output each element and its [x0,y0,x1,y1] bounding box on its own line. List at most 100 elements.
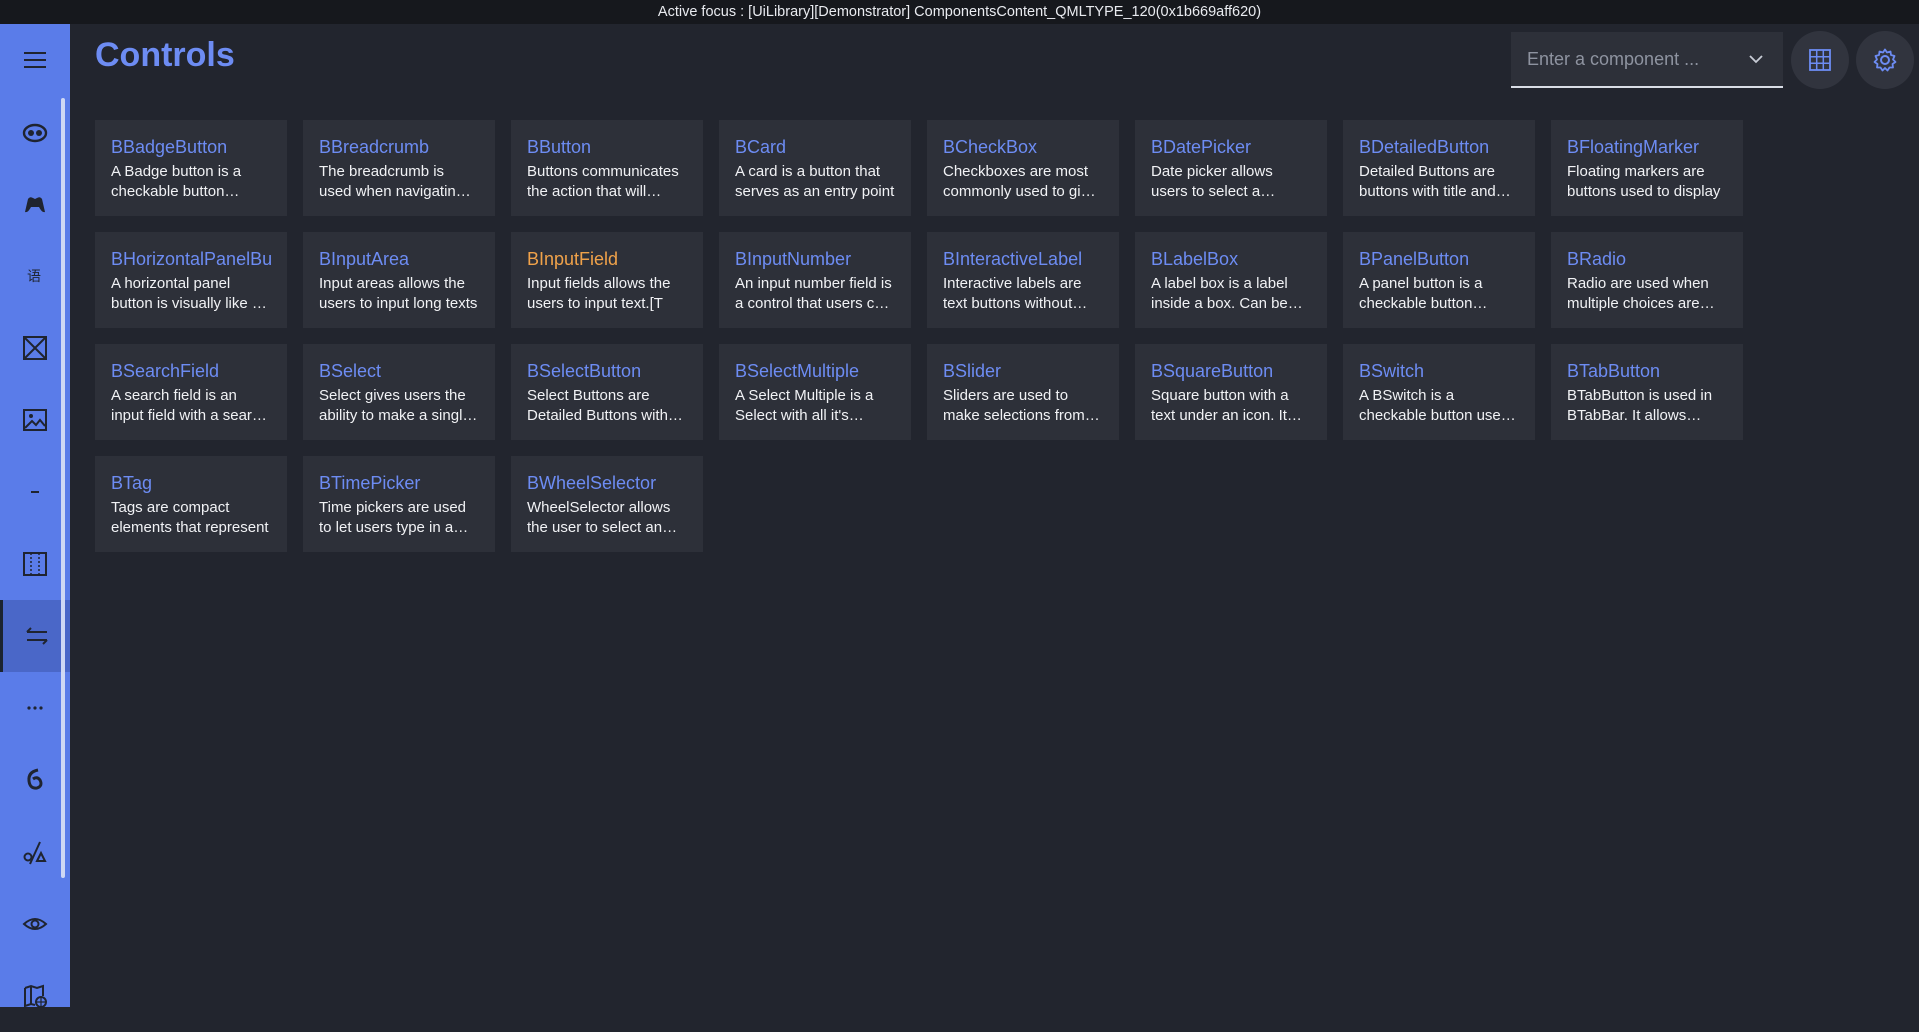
component-card[interactable]: BSelect Select gives users the ability to… [303,344,495,440]
component-card[interactable]: BInputField Input fields allows the users… [511,232,703,328]
component-card[interactable]: BTabButton BTabButton is used in BTabBar.… [1551,344,1743,440]
component-card[interactable]: BInteractiveLabel Interactive labels are … [927,232,1119,328]
shapes-icon [23,841,47,865]
component-card[interactable]: BInputNumber An input number field is a c… [719,232,911,328]
component-card-description: A Select Multiple is a Select with all i… [735,387,874,424]
component-card-title: BDatePicker [1151,137,1252,157]
component-card-description: Tags are compact elements that represent [111,499,269,536]
component-card-title: BLabelBox [1151,249,1239,269]
component-card-title: BTag [111,473,153,493]
component-card[interactable]: BInputArea Input areas allows the users t… [303,232,495,328]
grid-view-button[interactable] [1791,31,1849,89]
active-focus-bar: Active focus : [UiLibrary][Demonstrator]… [0,0,1919,24]
component-card[interactable]: BFloatingMarker Floating markers are butt… [1551,120,1743,216]
page-title: Controls [95,36,235,74]
sidebar-item-map[interactable] [0,960,70,1032]
component-search-input[interactable] [1527,48,1737,70]
sidebar-item-robot[interactable] [0,96,70,168]
component-card[interactable]: BHorizontalPanelButton A horizontal panel… [95,232,287,328]
component-card-title: BSearchField [111,361,220,381]
component-card-title: BWheelSelector [527,473,657,493]
component-card-description: Checkboxes are most commonly used to giv… [943,163,1097,200]
sidebar-item-image[interactable] [0,384,70,456]
component-card-description: Input fields allows the users to input t… [527,275,671,312]
transfer-arrows-icon [25,627,48,645]
controller-icon [25,197,45,213]
component-card-description: A horizontal panel button is visually li… [111,275,261,312]
component-card-description: Detailed Buttons are buttons with title … [1359,163,1496,200]
sidebar-item-eye[interactable] [0,888,70,960]
sidebar-item-divider[interactable] [0,456,70,528]
component-card[interactable]: BCheckBox Checkboxes are most commonly us… [927,120,1119,216]
component-card-title: BSelectMultiple [735,361,860,381]
component-card-description: Interactive labels are text buttons with… [943,275,1082,312]
component-card-title: BRadio [1567,249,1627,269]
component-card[interactable]: BPanelButton A panel button is a checkabl… [1343,232,1535,328]
component-card-description: An input number field is a control that … [735,275,892,312]
component-card-title: BCard [735,137,787,157]
component-search-combo[interactable] [1511,32,1783,88]
component-card-title: BBadgeButton [111,137,228,157]
component-card-description: The breadcrumb is used when navigating t… [319,163,465,200]
sidebar-item-controller[interactable] [0,168,70,240]
component-card-description: A panel button is a checkable button esp… [1359,275,1483,312]
component-card[interactable]: BLabelBox A label box is a label inside a… [1135,232,1327,328]
component-card[interactable]: BButton Buttons communicates the action t… [511,120,703,216]
component-card-description: Buttons communicates the action that wil… [527,163,679,200]
chevron-down-icon[interactable] [1747,50,1765,68]
component-card[interactable]: BWheelSelector WheelSelector allows the u… [511,456,703,552]
component-card[interactable]: BRadio Radio are used when multiple choic… [1551,232,1743,328]
sidebar-item-more[interactable] [0,672,70,744]
settings-button[interactable] [1856,31,1914,89]
component-card[interactable]: BSquareButton Square button with a text u… [1135,344,1327,440]
component-card-title: BInputField [527,249,619,269]
component-card-title: BButton [527,137,592,157]
component-card-description: BTabButton is used in BTabBar. It allows… [1567,387,1713,424]
component-card[interactable]: BTimePicker Time pickers are used to let … [303,456,495,552]
component-card[interactable]: BSelectButton Select Buttons are Detailed… [511,344,703,440]
component-card[interactable]: BSwitch A BSwitch is a checkable button u… [1343,344,1535,440]
component-card-description: Input areas allows the users to input lo… [319,275,478,312]
component-card-title: BSquareButton [1151,361,1274,381]
component-card[interactable]: BBadgeButton A Badge button is a checkabl… [95,120,287,216]
sidebar: 语 [0,24,70,1008]
component-card-description: A BSwitch is a checkable button used to … [1359,387,1510,424]
sidebar-item-translate[interactable]: 语 [0,240,70,312]
component-card-title: BTabButton [1567,361,1661,381]
component-card[interactable]: BTag Tags are compact elements that repre… [95,456,287,552]
sidebar-item-swirl[interactable] [0,744,70,816]
component-card[interactable]: BSlider Sliders are used to make selectio… [927,344,1119,440]
active-focus-text: Active focus : [UiLibrary][Demonstrator]… [657,4,1262,20]
component-card[interactable]: BSelectMultiple A Select Multiple is a Se… [719,344,911,440]
map-globe-icon [24,984,47,1008]
component-card[interactable]: BBreadcrumb The breadcrumb is used when n… [303,120,495,216]
sidebar-scrollbar[interactable] [61,98,65,878]
layout-icon [23,552,47,576]
sidebar-item-shapes[interactable] [0,816,70,888]
sidebar-menu-button[interactable] [0,24,70,96]
component-card-description: Sliders are used to make selections from… [943,387,1098,424]
component-card-title: BInputNumber [735,249,852,269]
component-card[interactable]: BCard A card is a button that serves as a… [719,120,911,216]
component-card-title: BSwitch [1359,361,1425,381]
image-icon [23,409,47,431]
sidebar-item-controls[interactable] [0,600,70,672]
component-card-description: Floating markers are buttons used to dis… [1567,163,1721,200]
sidebar-item-layout[interactable] [0,528,70,600]
svg-text:语: 语 [27,269,41,285]
robot-icon [22,123,48,143]
menu-icon [24,52,46,68]
sidebar-item-placeholder[interactable] [0,312,70,384]
component-card[interactable]: BDetailedButton Detailed Buttons are butt… [1343,120,1535,216]
component-card-description: Select Buttons are Detailed Buttons with… [527,387,681,424]
component-card-title: BInteractiveLabel [943,249,1083,269]
component-card-title: BCheckBox [943,137,1038,157]
component-card-title: BTimePicker [319,473,421,493]
component-card-title: BSelectButton [527,361,642,381]
component-card[interactable]: BSearchField A search field is an input f… [95,344,287,440]
component-card-description: A Badge button is a checkable button esp… [111,163,242,200]
divider-icon [31,491,39,493]
component-card[interactable]: BDatePicker Date picker allows users to s… [1135,120,1327,216]
component-card-title: BPanelButton [1359,249,1470,269]
translate-icon: 语 [27,269,41,285]
